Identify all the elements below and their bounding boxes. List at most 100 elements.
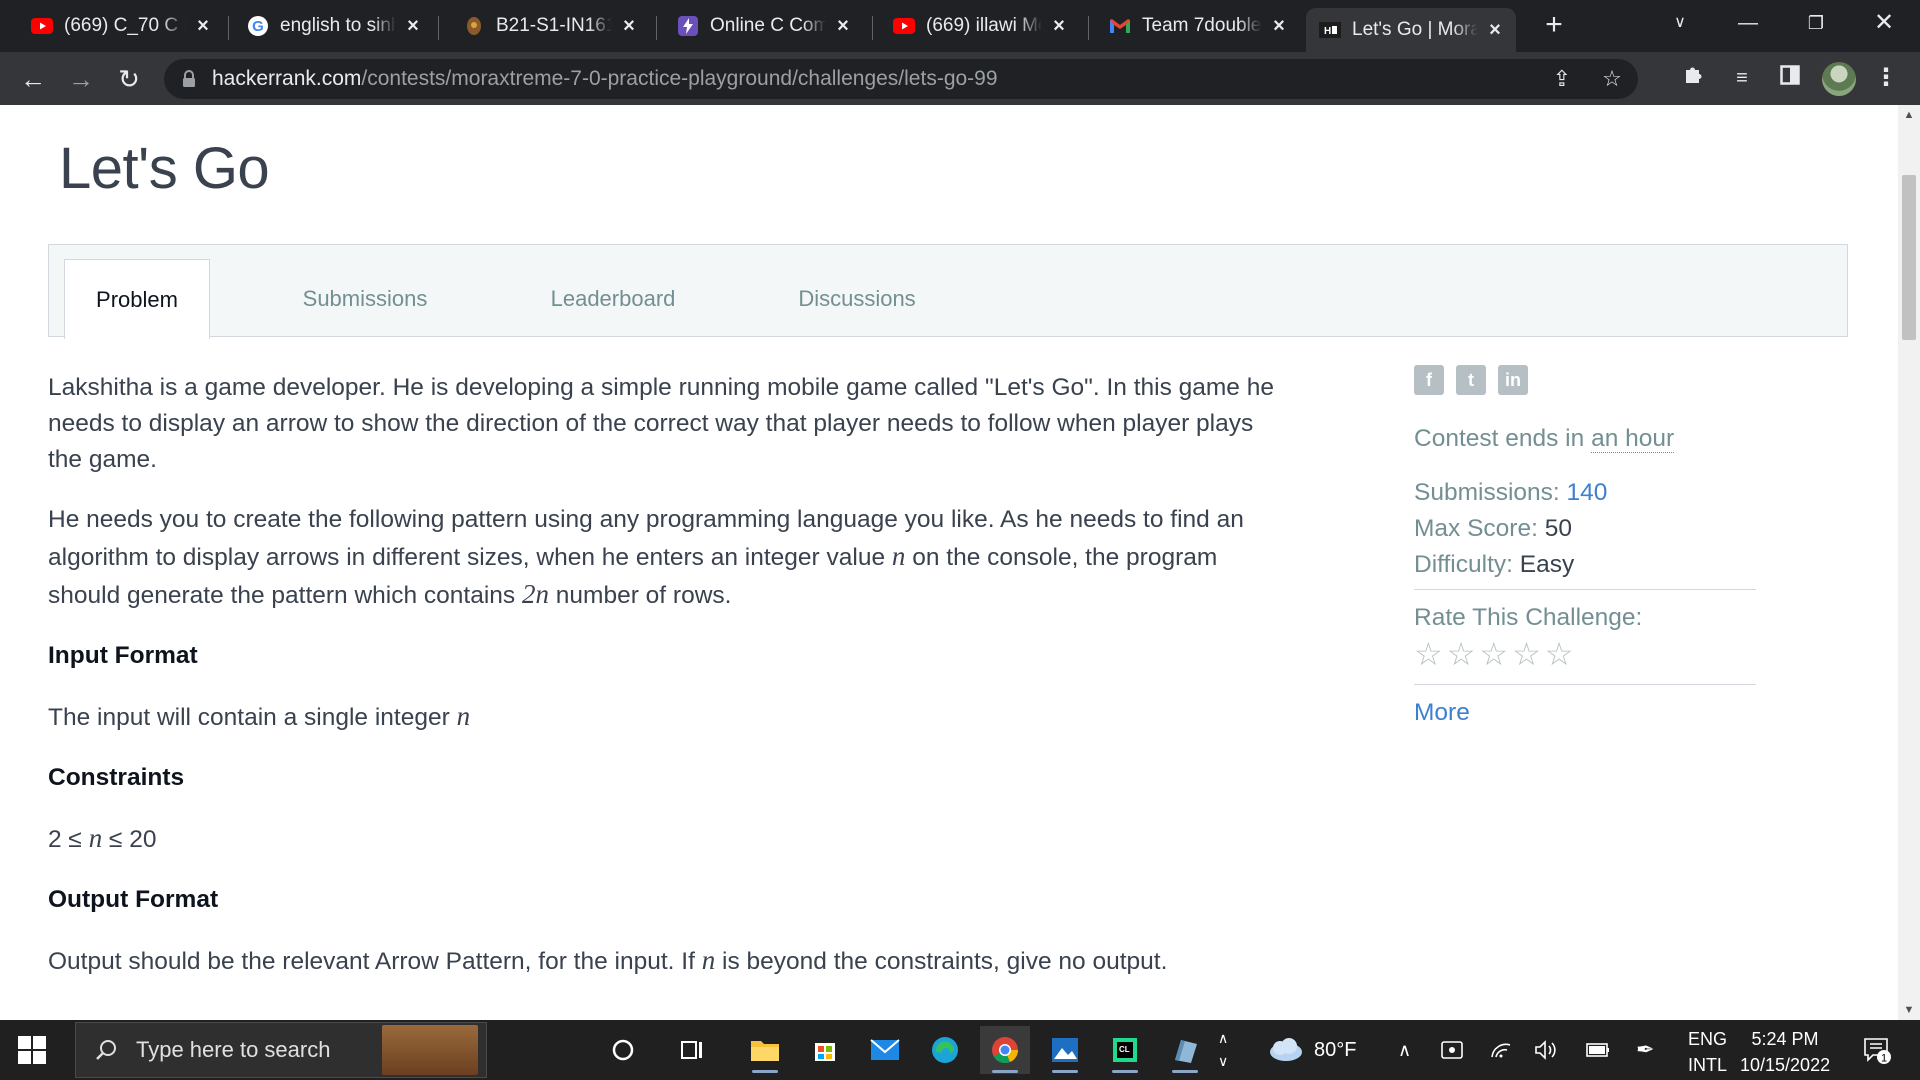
bolt-icon [676,14,700,38]
social-share: f t in [1414,365,1756,395]
close-icon[interactable]: × [1268,15,1290,37]
svg-text:H: H [1324,26,1331,37]
star-icon[interactable]: ☆ [1414,636,1443,672]
facebook-icon[interactable]: f [1414,365,1444,395]
forward-button[interactable]: → [62,60,100,98]
problem-statement: Lakshitha is a game developer. He is dev… [48,370,1288,1004]
close-icon[interactable]: × [832,15,854,37]
clock-date: 10/15/2022 [1740,1055,1831,1075]
star-icon[interactable]: ☆ [1545,636,1574,672]
tab-problem[interactable]: Problem [64,259,210,339]
edge-icon[interactable] [920,1026,970,1074]
meet-now-icon[interactable] [1440,1020,1464,1080]
menu-kebab-icon[interactable]: ⋮ [1870,62,1902,94]
google-icon: G [246,14,270,38]
input-format-heading: Input Format [48,642,198,669]
minimize-button[interactable]: — [1728,6,1768,40]
star-icon[interactable]: ☆ [1512,636,1541,672]
taskbar-scroll-arrows[interactable]: ∧ ∨ [1218,1020,1228,1080]
linkedin-icon[interactable]: in [1498,365,1528,395]
rating-stars: ☆ ☆ ☆ ☆ ☆ [1414,636,1756,672]
page-viewport: Let's Go Problem Submissions Leaderboard… [0,105,1898,1020]
pen-icon[interactable]: ✒ [1636,1020,1654,1080]
reload-button[interactable]: ↻ [110,60,148,98]
constraints-heading: Constraints [48,764,185,791]
divider [1414,589,1756,590]
browser-tab-youtube-c[interactable]: (669) C_70 C Pr × [18,8,224,44]
twitter-icon[interactable]: t [1456,365,1486,395]
task-view-icon[interactable] [668,1026,718,1074]
battery-icon[interactable] [1586,1020,1610,1080]
tab-submissions[interactable]: Submissions [285,259,445,338]
windows-start-icon[interactable] [18,1036,46,1064]
youtube-icon [30,14,54,38]
microsoft-store-icon[interactable] [800,1026,850,1074]
reading-list-icon[interactable]: ≡ [1726,62,1758,94]
more-link[interactable]: More [1414,699,1756,727]
math-variable: n [88,823,103,853]
youtube-icon [892,14,916,38]
star-icon[interactable]: ☆ [1447,636,1476,672]
system-clock[interactable]: 5:24 PM 10/15/2022 [1740,1026,1830,1078]
notification-center-icon[interactable]: 1 [1862,1020,1892,1080]
weather-widget[interactable]: 80°F [1266,1020,1356,1080]
taskbar-search-box[interactable]: Type here to search [75,1022,487,1078]
restore-button[interactable]: ❐ [1796,6,1836,40]
back-button[interactable]: ← [14,60,52,98]
page-scrollbar[interactable]: ▲ ▼ [1898,105,1920,1020]
browser-tab-gmail[interactable]: Team 7double × [1096,8,1300,44]
clock-time: 5:24 PM [1751,1029,1819,1049]
tab-title: (669) illawi Me [926,15,1042,36]
contest-ends: Contest ends in an hour [1414,425,1675,453]
browser-tab-active-lets-go[interactable]: H Let's Go | Mora × [1306,8,1516,52]
scroll-down-arrow-icon[interactable]: ▼ [1898,1000,1920,1020]
constraints-text: 2 ≤ n ≤ 20 [48,823,157,853]
close-icon[interactable]: × [192,15,214,37]
file-explorer-icon[interactable] [740,1026,790,1074]
submissions-count-link[interactable]: 140 [1567,479,1608,506]
chrome-icon[interactable] [980,1026,1030,1074]
extensions-puzzle-icon[interactable] [1678,62,1710,94]
close-icon[interactable]: × [1484,19,1506,41]
show-hidden-icons-chevron-icon[interactable]: ∧ [1398,1020,1411,1080]
mail-icon[interactable] [860,1026,910,1074]
browser-tab-youtube-illawi[interactable]: (669) illawi Me × [880,8,1080,44]
close-icon[interactable]: × [402,15,424,37]
tab-search-chevron-icon[interactable]: ∨ [1660,6,1700,40]
tab-leaderboard[interactable]: Leaderboard [533,259,693,338]
contest-ends-time[interactable]: an hour [1591,425,1675,453]
side-panel-icon[interactable] [1774,62,1806,94]
close-icon[interactable]: × [1048,15,1070,37]
scroll-up-arrow-icon[interactable]: ▲ [1898,105,1920,125]
address-bar[interactable]: hackerrank.com/contests/moraxtreme-7-0-p… [164,59,1638,99]
browser-tab-google[interactable]: G english to sinh × [234,8,434,44]
notes-app-icon[interactable] [1160,1026,1210,1074]
bookmark-star-icon[interactable]: ☆ [1598,65,1626,93]
divider [1414,684,1756,685]
volume-icon[interactable] [1534,1020,1558,1080]
scroll-thumb[interactable] [1902,175,1916,340]
hackerrank-icon: H [1318,18,1342,42]
clion-icon[interactable]: CL [1100,1026,1150,1074]
notification-count: 1 [1881,1053,1887,1065]
wifi-icon[interactable] [1490,1020,1512,1080]
browser-tab-online-compiler[interactable]: Online C Comp × [664,8,864,44]
input-language[interactable]: ENG INTL [1688,1026,1727,1078]
url-path: /contests/moraxtreme-7-0-practice-playgr… [361,67,998,90]
close-icon[interactable]: × [618,15,640,37]
windows-taskbar: Type here to search CL ∧ ∨ 80°F ∧ ✒ ENG … [0,1020,1920,1080]
university-icon [462,14,486,38]
photos-icon[interactable] [1040,1026,1090,1074]
close-window-button[interactable]: ✕ [1864,6,1904,40]
share-icon[interactable]: ⇪ [1548,65,1576,93]
browser-tab-university[interactable]: B21-S1-IN1611 × [450,8,650,44]
challenge-tabs: Problem Submissions Leaderboard Discussi… [48,244,1848,339]
rate-challenge-label: Rate This Challenge: [1414,604,1643,631]
new-tab-button[interactable]: + [1538,10,1570,42]
output-format-text: Output should be the relevant Arrow Patt… [48,945,1168,975]
star-icon[interactable]: ☆ [1479,636,1508,672]
cortana-icon[interactable] [598,1026,648,1074]
tab-discussions[interactable]: Discussions [777,259,937,338]
profile-avatar[interactable] [1822,62,1856,96]
output-format-heading: Output Format [48,886,219,913]
